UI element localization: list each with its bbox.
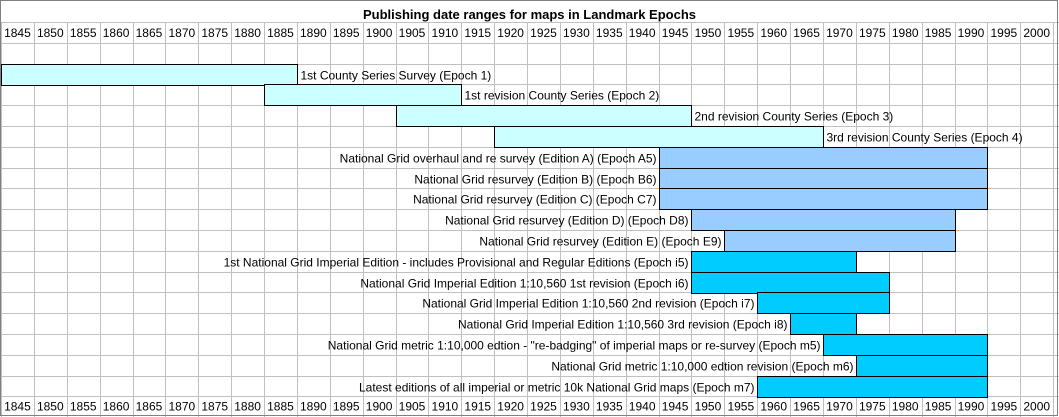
- range-bar: [691, 209, 956, 231]
- bar-label: National Grid overhaul and re survey (Ed…: [340, 152, 657, 166]
- tick-label-top: 1910: [432, 26, 459, 40]
- tick-label-bottom: 1975: [859, 399, 886, 413]
- bar-label: National Grid Imperial Edition 1:10,560 …: [422, 297, 754, 311]
- bar-label: National Grid resurvey (Edition D) (Epoc…: [445, 214, 688, 228]
- tick-label-bottom: 1905: [399, 399, 426, 413]
- tick-label-bottom: 1930: [563, 399, 590, 413]
- tick-label-top: 1945: [662, 26, 689, 40]
- tick-label-bottom: 1880: [234, 399, 261, 413]
- tick-label-top: 1895: [333, 26, 360, 40]
- bar-label: Latest editions of all imperial or metri…: [359, 381, 755, 395]
- tick-label-bottom: 1940: [629, 399, 656, 413]
- tick-label-top: 1870: [168, 26, 195, 40]
- tick-label-bottom: 1965: [793, 399, 820, 413]
- range-bar: [856, 355, 988, 377]
- tick-label-bottom: 1955: [727, 399, 754, 413]
- tick-label-top: 1995: [990, 26, 1017, 40]
- range-bar: [494, 126, 824, 148]
- bar-label: National Grid resurvey (Edition B) (Epoc…: [414, 173, 656, 187]
- tick-label-bottom: 1990: [958, 399, 985, 413]
- tick-label-top: 1960: [760, 26, 787, 40]
- bar-label: 2nd revision County Series (Epoch 3): [695, 110, 894, 124]
- tick-label-top: 1845: [4, 26, 31, 40]
- range-bar: [396, 105, 692, 127]
- range-bar: [757, 376, 988, 398]
- tick-label-bottom: 1945: [662, 399, 689, 413]
- tick-label-bottom: 1950: [695, 399, 722, 413]
- tick-label-bottom: 1865: [136, 399, 163, 413]
- range-bar: [264, 84, 462, 106]
- tick-label-bottom: 1900: [366, 399, 393, 413]
- bar-label: National Grid Imperial Edition 1:10,560 …: [458, 318, 788, 332]
- tick-label-bottom: 1895: [333, 399, 360, 413]
- tick-label-bottom: 1995: [990, 399, 1017, 413]
- tick-label-bottom: 1850: [37, 399, 64, 413]
- range-bar: [1, 64, 298, 86]
- tick-label-top: 1900: [366, 26, 393, 40]
- tick-label-top: 1860: [103, 26, 130, 40]
- tick-label-bottom: 1915: [464, 399, 491, 413]
- tick-label-top: 1855: [70, 26, 97, 40]
- tick-label-top: 1920: [497, 26, 524, 40]
- tick-label-top: 1970: [826, 26, 853, 40]
- tick-label-top: 1935: [596, 26, 623, 40]
- tick-label-bottom: 1920: [497, 399, 524, 413]
- tick-label-top: 1985: [925, 26, 952, 40]
- range-bar: [659, 168, 988, 190]
- tick-label-bottom: 1925: [530, 399, 557, 413]
- tick-label-top: 1890: [300, 26, 327, 40]
- range-bar: [691, 272, 890, 294]
- tick-label-bottom: 1875: [201, 399, 228, 413]
- tick-label-bottom: 1870: [168, 399, 195, 413]
- tick-label-top: 1915: [464, 26, 491, 40]
- bar-label: National Grid metric 1:10,000 edtion - "…: [328, 339, 821, 353]
- tick-label-top: 1975: [859, 26, 886, 40]
- bar-label: 1st National Grid Imperial Edition - inc…: [224, 256, 689, 270]
- tick-label-top: 1965: [793, 26, 820, 40]
- tick-label-top: 2000: [1023, 26, 1050, 40]
- tick-label-top: 1875: [201, 26, 228, 40]
- tick-label-bottom: 1890: [300, 399, 327, 413]
- tick-label-top: 1940: [629, 26, 656, 40]
- range-bar: [659, 188, 988, 210]
- tick-label-top: 1850: [37, 26, 64, 40]
- tick-label-bottom: 1885: [267, 399, 294, 413]
- tick-label-top: 1930: [563, 26, 590, 40]
- tick-label-top: 1905: [399, 26, 426, 40]
- tick-label-top: 1990: [958, 26, 985, 40]
- range-bar: [757, 292, 890, 314]
- range-bar: [724, 230, 956, 252]
- bar-label: 3rd revision County Series (Epoch 4): [827, 131, 1023, 145]
- tick-label-bottom: 1960: [760, 399, 787, 413]
- bar-label: National Grid metric 1:10,000 edtion rev…: [551, 360, 853, 374]
- range-bar: [659, 147, 988, 169]
- tick-label-top: 1925: [530, 26, 557, 40]
- range-bar: [790, 313, 857, 335]
- bar-label: 1st County Series Survey (Epoch 1): [301, 69, 492, 83]
- tick-label-bottom: 1935: [596, 399, 623, 413]
- epochs-chart: 1st County Series Survey (Epoch 1) 1st re…: [0, 0, 1059, 417]
- tick-label-bottom: 1855: [70, 399, 97, 413]
- tick-label-bottom: 2000: [1023, 399, 1050, 413]
- tick-label-bottom: 1980: [892, 399, 919, 413]
- bar-label: National Grid resurvey (Edition E) (Epoc…: [479, 235, 721, 249]
- range-bar: [823, 334, 988, 356]
- chart-title: Publishing date ranges for maps in Landm…: [363, 7, 696, 22]
- tick-label-top: 1950: [695, 26, 722, 40]
- tick-label-top: 1955: [727, 26, 754, 40]
- bar-label: National Grid Imperial Edition 1:10,560 …: [360, 277, 688, 291]
- bar-label: 1st revision County Series (Epoch 2): [465, 89, 660, 103]
- tick-label-bottom: 1860: [103, 399, 130, 413]
- bar-label: National Grid resurvey (Edition C) (Epoc…: [413, 193, 656, 207]
- tick-label-top: 1885: [267, 26, 294, 40]
- tick-label-bottom: 1985: [925, 399, 952, 413]
- tick-label-bottom: 1970: [826, 399, 853, 413]
- tick-label-top: 1880: [234, 26, 261, 40]
- range-bar: [691, 251, 857, 273]
- tick-label-bottom: 1845: [4, 399, 31, 413]
- tick-label-top: 1865: [136, 26, 163, 40]
- tick-label-bottom: 1910: [432, 399, 459, 413]
- tick-label-top: 1980: [892, 26, 919, 40]
